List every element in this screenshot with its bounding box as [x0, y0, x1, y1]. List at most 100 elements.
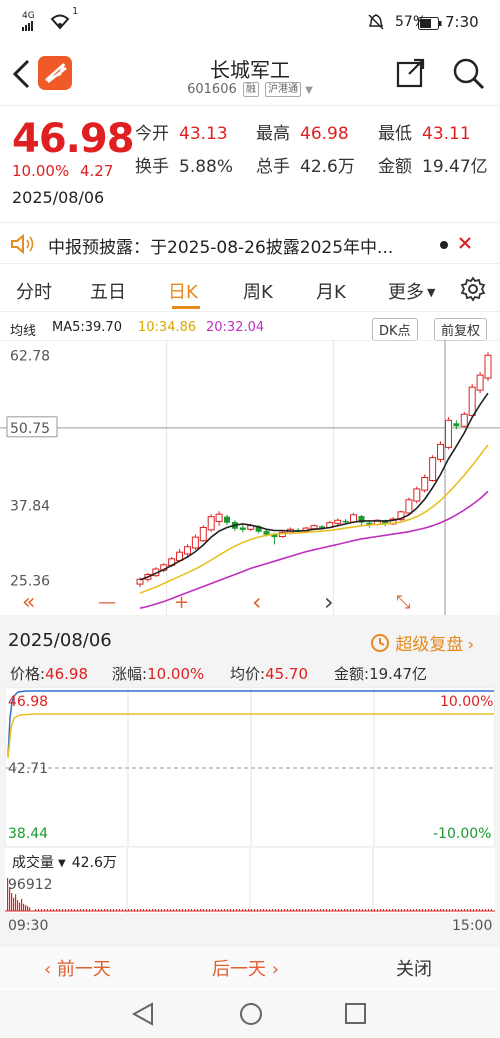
candle-body — [460, 413, 468, 427]
time-close: 15:00 — [452, 918, 493, 934]
candle-body — [318, 526, 325, 528]
volume-bar — [21, 899, 23, 911]
candle-body — [421, 477, 429, 491]
volume-bar — [15, 894, 17, 911]
share-icon[interactable] — [396, 58, 426, 92]
active-tab-indicator — [172, 306, 200, 309]
volume-bar — [27, 906, 29, 911]
change-percent: 10.00% — [12, 162, 70, 180]
mini-price: 价格:46.98 — [10, 665, 89, 683]
speaker-icon — [10, 233, 36, 258]
volume-selector[interactable]: 成交量 ▼ 42.6万 — [12, 852, 117, 872]
tab-weekly-k[interactable]: 周K — [243, 278, 273, 304]
ma5-value: MA5:39.70 — [52, 320, 122, 335]
signal-icon: 4G — [22, 12, 36, 34]
amount-stat: 金额 19.47亿 — [378, 157, 488, 177]
intraday-chart[interactable] — [5, 687, 495, 847]
gear-icon[interactable] — [460, 276, 486, 306]
candle-body — [191, 536, 199, 549]
ma-label: 均线 — [10, 324, 37, 339]
next-candle-icon[interactable]: › — [324, 588, 334, 616]
prev-candle-icon[interactable]: ‹ — [252, 588, 262, 616]
price-change: 10.00% 4.27 — [12, 162, 113, 180]
tab-more[interactable]: 更多 ▼ — [388, 278, 435, 304]
time-open: 09:30 — [8, 918, 49, 934]
intraday-bottom-pct: -10.00% — [433, 826, 492, 842]
mini-avg: 均价:45.70 — [230, 665, 309, 683]
notice-bar[interactable]: 中报预披露：于2025-08-26披露2025年中... — [0, 222, 500, 264]
intraday-bottom-price: 38.44 — [8, 826, 49, 842]
candle-body — [453, 423, 460, 427]
volume-bar — [13, 897, 15, 911]
expand-icon[interactable]: ⤡ — [396, 592, 410, 613]
y-tick-label: 62.78 — [10, 348, 50, 364]
prev-day-button[interactable]: ‹ 前一天 — [44, 955, 111, 981]
chevron-left-icon: ‹ — [44, 959, 57, 980]
connect-tag: 沪港通 — [265, 82, 302, 97]
zoom-in-icon[interactable]: + — [174, 592, 189, 613]
candle-body — [468, 386, 476, 416]
nav-home-icon[interactable] — [238, 1001, 264, 1031]
close-icon[interactable] — [458, 233, 472, 257]
tab-daily-k[interactable]: 日K — [168, 278, 198, 304]
search-icon[interactable] — [452, 57, 486, 95]
dropdown-icon[interactable]: ▼ — [305, 85, 313, 96]
y-tick-label: 37.84 — [10, 499, 50, 515]
ma10-value: 10:34.86 — [138, 320, 197, 335]
nav-back-icon[interactable] — [131, 1001, 155, 1031]
volume-bar — [29, 907, 31, 911]
chevron-down-icon: ▼ — [58, 858, 66, 869]
candle-body — [136, 578, 144, 585]
candle-body — [429, 457, 437, 482]
super-review-link[interactable]: 超级复盘 › — [370, 630, 474, 655]
mini-amount: 金额:19.47亿 — [334, 665, 428, 683]
notice-dot-icon — [440, 241, 448, 249]
dk-point-button[interactable]: DK点 — [372, 318, 418, 341]
volume-bar — [17, 900, 19, 911]
candle-body — [183, 546, 191, 555]
stock-header: 长城军工 601606 融 沪港通 ▼ — [0, 44, 500, 106]
close-button[interactable]: 关闭 — [396, 955, 432, 981]
candle-body — [207, 516, 215, 531]
open-stat: 今开 43.13 — [135, 124, 228, 144]
tab-monthly-k[interactable]: 月K — [316, 278, 346, 304]
kline-chart[interactable]: 62.78 50.75 37.84 25.36 — [0, 340, 500, 615]
tab-five-day[interactable]: 五日 — [90, 278, 126, 304]
wifi-icon — [50, 12, 70, 34]
candle-body — [484, 354, 492, 379]
high-stat: 最高 46.98 — [256, 124, 349, 144]
candle-body — [239, 527, 246, 530]
candle-body — [215, 513, 223, 522]
nav-recent-icon[interactable] — [344, 1002, 368, 1030]
notice-text: 中报预披露：于2025-08-26披露2025年中... — [48, 238, 394, 258]
notification-count: 1 — [72, 6, 79, 17]
scroll-left-icon[interactable]: « — [22, 590, 35, 615]
volume-bar — [19, 902, 21, 911]
candle-body — [476, 374, 484, 391]
ma5-line — [139, 392, 489, 581]
stock-code: 601606 — [187, 82, 237, 97]
mute-icon — [367, 13, 385, 35]
chevron-right-icon: › — [266, 959, 279, 980]
y-tick-label: 50.75 — [10, 421, 50, 437]
review-date: 2025/08/06 — [8, 630, 112, 651]
adjust-button[interactable]: 前复权 — [434, 318, 488, 341]
volume-bar — [11, 893, 13, 911]
current-price: 46.98 — [12, 116, 135, 162]
change-amount: 4.27 — [79, 162, 114, 180]
candle-body — [199, 526, 207, 542]
margin-tag: 融 — [242, 82, 259, 97]
candle-body — [224, 516, 230, 523]
candle-body — [334, 519, 342, 524]
low-stat: 最低 43.11 — [378, 124, 471, 144]
candle-body — [437, 443, 445, 460]
tab-intraday[interactable]: 分时 — [16, 278, 52, 304]
next-day-button[interactable]: 后一天 › — [212, 955, 279, 981]
zoom-out-icon[interactable]: — — [98, 592, 116, 613]
chevron-right-icon: › — [467, 635, 475, 655]
ma20-value: 20:32.04 — [206, 320, 265, 335]
intraday-top-pct: 10.00% — [440, 694, 494, 710]
quote-date: 2025/08/06 — [12, 188, 105, 207]
chevron-down-icon: ▼ — [427, 286, 436, 299]
status-bar: 4G 1 57% 7:30 — [0, 0, 500, 44]
